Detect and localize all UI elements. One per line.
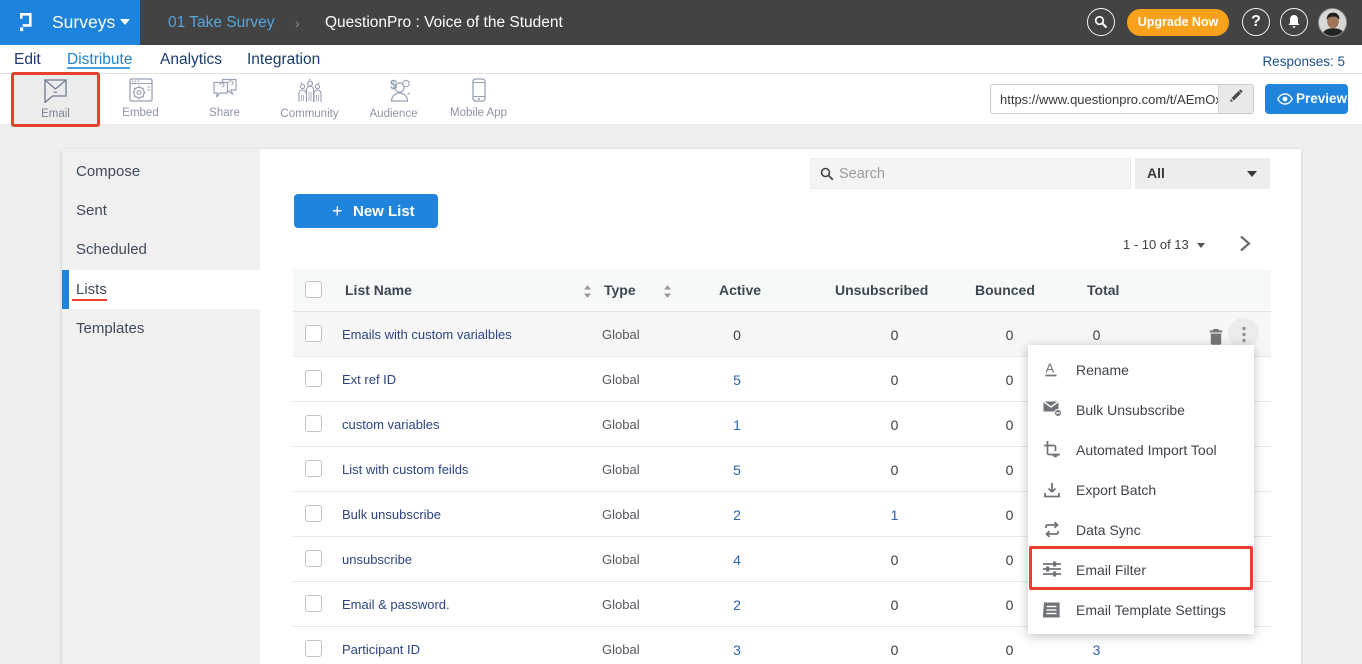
- svg-text:A: A: [1046, 361, 1055, 376]
- svg-text:$: $: [390, 78, 398, 92]
